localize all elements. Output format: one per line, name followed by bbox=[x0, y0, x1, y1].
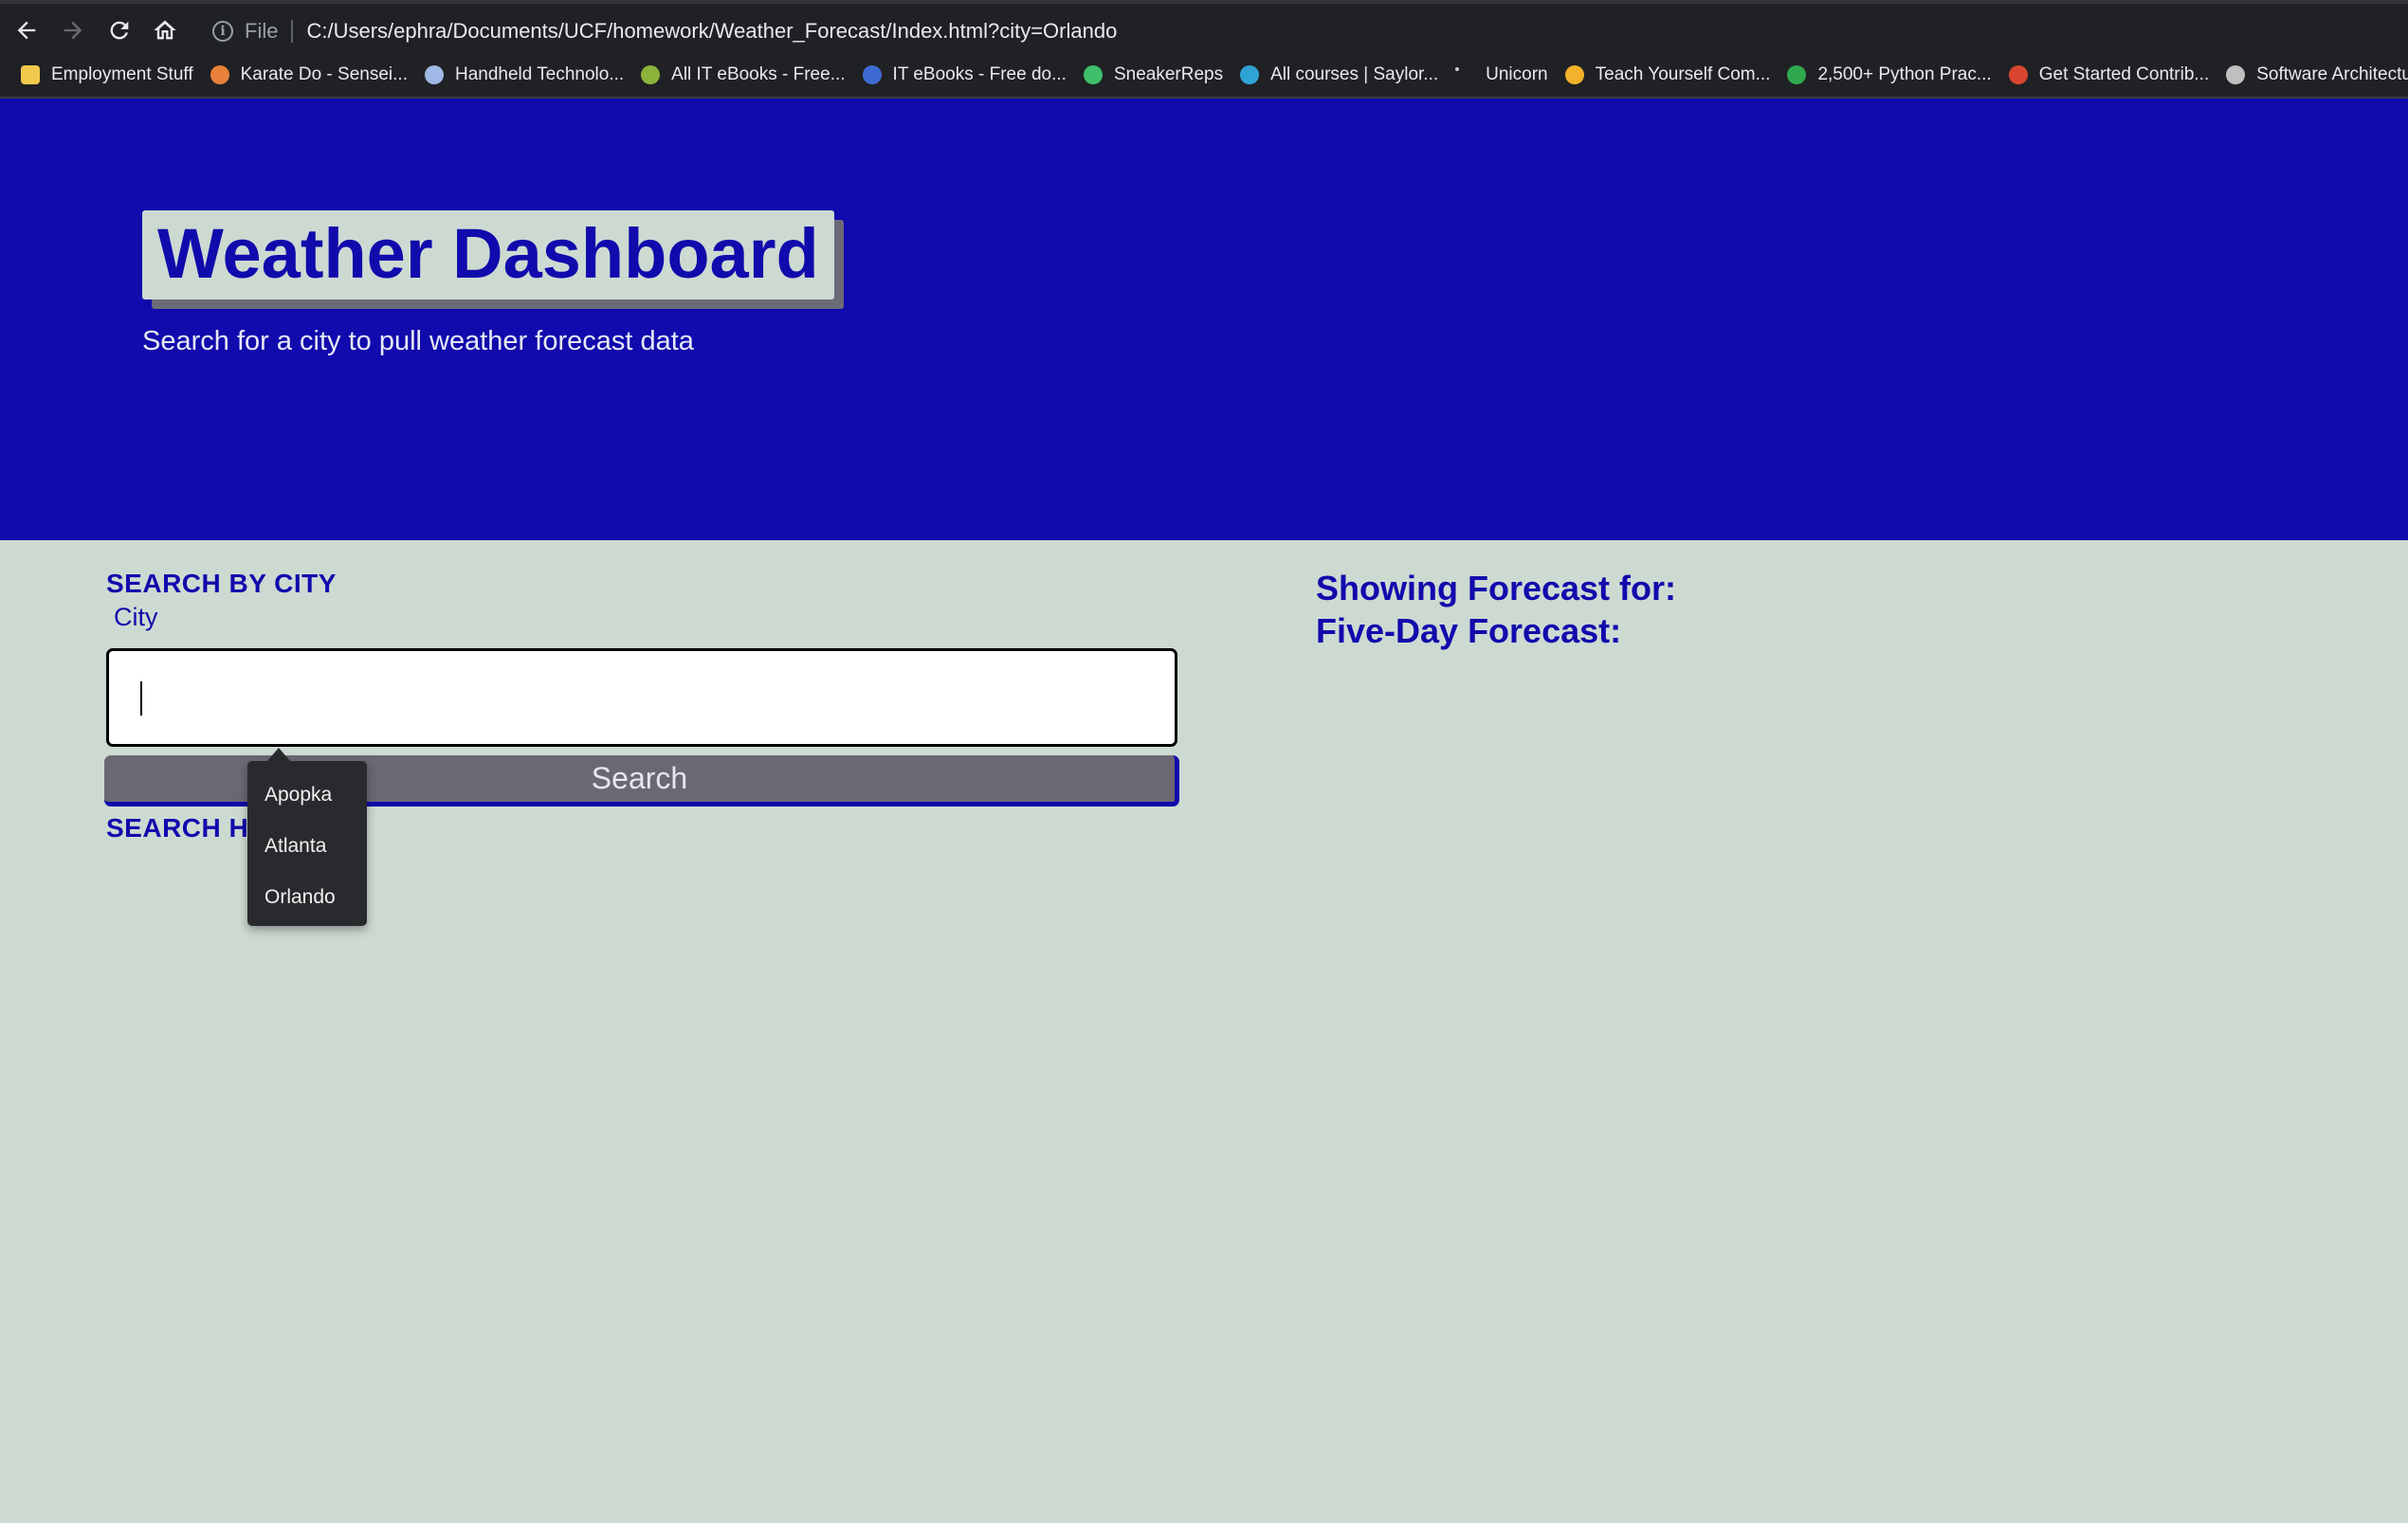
folder-icon bbox=[21, 65, 40, 84]
text-caret bbox=[140, 681, 142, 716]
globe-icon bbox=[2226, 65, 2246, 84]
autocomplete-option-apopka[interactable]: Apopka bbox=[265, 784, 332, 807]
search-history-heading: SEARCH H bbox=[106, 813, 249, 843]
bookmark-item[interactable]: Teach Yourself Com... bbox=[1560, 58, 1782, 92]
bookmark-item[interactable]: All IT eBooks - Free... bbox=[635, 58, 856, 92]
city-label: City bbox=[114, 603, 158, 631]
address-url[interactable]: C:/Users/ephra/Documents/UCF/homework/We… bbox=[306, 19, 1117, 44]
title-box: Weather Dashboard bbox=[142, 210, 834, 299]
address-separator bbox=[291, 20, 294, 43]
bookmark-item[interactable]: All courses | Saylor... bbox=[1234, 58, 1450, 92]
bookmark-label: All IT eBooks - Free... bbox=[671, 64, 846, 84]
address-bar[interactable]: i File C:/Users/ephra/Documents/UCF/home… bbox=[199, 9, 2399, 53]
python-icon bbox=[1787, 65, 1807, 84]
key-icon bbox=[1564, 65, 1584, 84]
bookmark-item[interactable]: 2,500+ Python Prac... bbox=[1781, 58, 2002, 92]
page-subtitle: Search for a city to pull weather foreca… bbox=[142, 326, 694, 356]
bookmarks-bar: Employment Stuff Karate Do - Sensei... Han… bbox=[0, 53, 2408, 99]
saylor-icon bbox=[1240, 65, 1260, 84]
home-icon bbox=[154, 20, 176, 40]
city-search-input[interactable] bbox=[106, 648, 1177, 747]
autocomplete-option-orlando[interactable]: Orlando bbox=[265, 886, 336, 909]
bookmark-label: 2,500+ Python Prac... bbox=[1817, 64, 1992, 84]
autocomplete-dropdown: Apopka Atlanta Orlando bbox=[247, 761, 367, 926]
ebook-icon bbox=[862, 65, 882, 84]
karate-icon bbox=[210, 65, 229, 84]
contrib-icon bbox=[2008, 65, 2028, 84]
back-arrow-icon bbox=[17, 21, 36, 40]
bookmark-item[interactable]: Get Started Contrib... bbox=[2003, 58, 2221, 92]
showing-forecast-heading: Showing Forecast for: bbox=[1316, 569, 1677, 607]
bookmark-label: Software Architectu... bbox=[2256, 64, 2408, 84]
bookmark-label: SneakerReps bbox=[1113, 64, 1224, 84]
forward-arrow-icon bbox=[64, 21, 82, 40]
home-button[interactable] bbox=[146, 13, 184, 47]
bookmark-item[interactable]: Unicorn bbox=[1450, 58, 1559, 92]
page-title: Weather Dashboard bbox=[157, 214, 819, 293]
bookmark-item[interactable]: Software Architectu... bbox=[2220, 58, 2408, 92]
five-day-forecast-heading: Five-Day Forecast: bbox=[1316, 611, 1622, 650]
reload-icon bbox=[110, 21, 129, 40]
browser-toolbar: i File C:/Users/ephra/Documents/UCF/home… bbox=[0, 0, 2408, 53]
unicorn-icon bbox=[1455, 67, 1460, 71]
bookmark-item[interactable]: SneakerReps bbox=[1078, 58, 1234, 92]
reload-button[interactable] bbox=[100, 13, 138, 47]
bookmark-label: All courses | Saylor... bbox=[1270, 64, 1439, 84]
bookmark-item[interactable]: IT eBooks - Free do... bbox=[857, 58, 1078, 92]
bookmark-label: IT eBooks - Free do... bbox=[892, 64, 1067, 84]
bookmark-item[interactable]: Handheld Technolo... bbox=[419, 58, 635, 92]
book-icon bbox=[641, 65, 661, 84]
owl-icon bbox=[424, 65, 444, 84]
autocomplete-pointer bbox=[267, 748, 290, 761]
bookmark-label: Employment Stuff bbox=[51, 64, 193, 84]
bookmark-item[interactable]: Employment Stuff bbox=[15, 58, 205, 92]
bookmark-label: Teach Yourself Com... bbox=[1595, 64, 1771, 84]
bookmark-label: Get Started Contrib... bbox=[2038, 64, 2210, 84]
bookmark-label: Karate Do - Sensei... bbox=[240, 64, 408, 84]
bookmark-label: Unicorn bbox=[1486, 64, 1548, 84]
sneaker-icon bbox=[1083, 65, 1103, 84]
bookmark-item[interactable]: Karate Do - Sensei... bbox=[205, 58, 419, 92]
search-heading: SEARCH BY CITY bbox=[106, 569, 337, 598]
forward-button[interactable] bbox=[54, 13, 92, 47]
info-icon[interactable]: i bbox=[212, 21, 233, 42]
back-button[interactable] bbox=[8, 13, 46, 47]
autocomplete-option-atlanta[interactable]: Atlanta bbox=[265, 835, 326, 858]
address-protocol-label: File bbox=[245, 19, 279, 43]
bookmark-label: Handheld Technolo... bbox=[454, 64, 625, 84]
page-header: Weather Dashboard Search for a city to p… bbox=[0, 99, 2408, 540]
